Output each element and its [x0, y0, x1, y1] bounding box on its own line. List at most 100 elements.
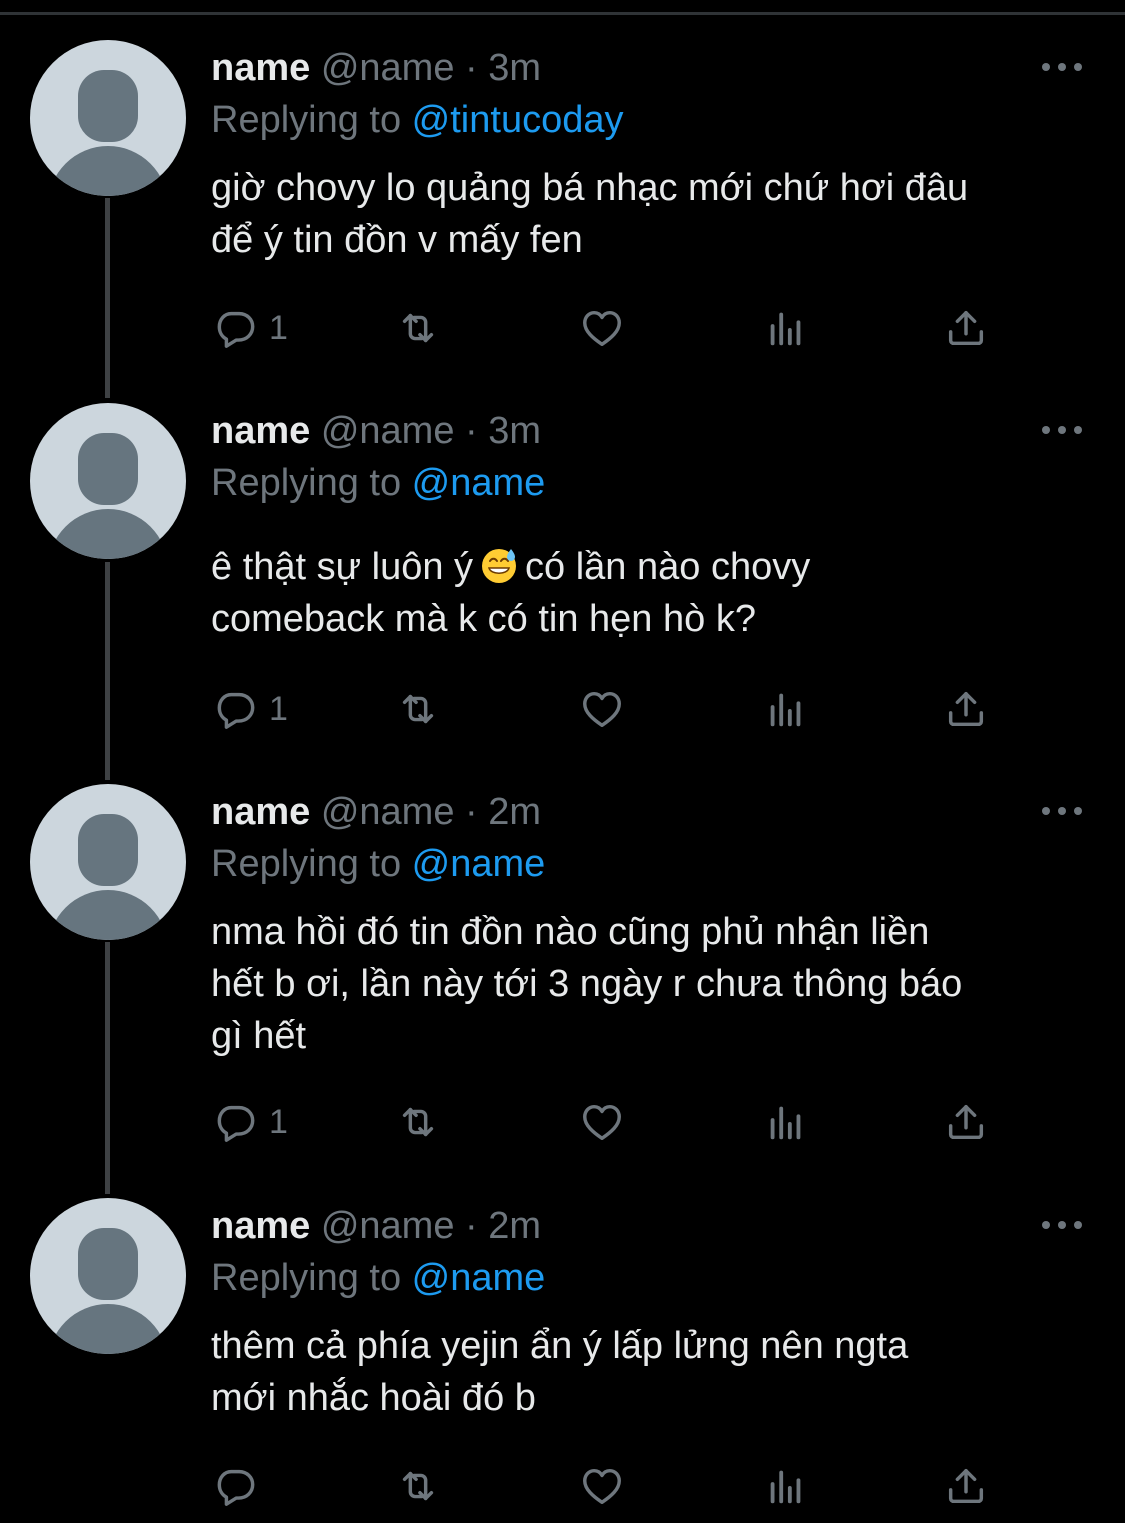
tweet-text-part: ê thật sự luôn ý	[211, 546, 474, 588]
separator: ·	[465, 1205, 478, 1247]
timestamp[interactable]: 2m	[488, 791, 541, 833]
tweet-actions	[0, 1456, 1125, 1516]
replying-to-link[interactable]: @tintucoday	[412, 99, 624, 141]
more-icon[interactable]	[1042, 1218, 1082, 1232]
reply-button[interactable]	[213, 1456, 269, 1516]
replying-to: Replying to @name	[211, 1256, 545, 1300]
tweet-actions: 1	[0, 1092, 1125, 1152]
retweet-button[interactable]	[395, 1092, 441, 1152]
handle[interactable]: @name	[321, 47, 455, 89]
avatar-body	[48, 509, 168, 559]
share-icon	[948, 1104, 984, 1140]
share-icon	[948, 310, 984, 346]
more-icon[interactable]	[1042, 60, 1082, 74]
replying-to: Replying to @name	[211, 842, 545, 886]
timestamp[interactable]: 2m	[488, 1205, 541, 1247]
analytics-icon	[770, 312, 801, 346]
display-name[interactable]: name	[211, 410, 310, 452]
reply-button[interactable]: 1	[213, 1092, 288, 1152]
replying-to-link[interactable]: @name	[412, 462, 546, 504]
analytics-button[interactable]	[763, 679, 809, 739]
avatar-head	[78, 70, 138, 142]
replying-to-label: Replying to	[211, 1257, 412, 1299]
replying-to-link[interactable]: @name	[412, 1257, 546, 1299]
avatar[interactable]	[30, 1198, 186, 1354]
share-button[interactable]	[943, 1456, 989, 1516]
analytics-icon	[770, 693, 801, 727]
avatar-body	[48, 890, 168, 940]
tweet-header: name @name · 3m	[211, 409, 541, 453]
replying-to-label: Replying to	[211, 99, 412, 141]
tweet-text: giờ chovy lo quảng bá nhạc mới chứ hơi đ…	[211, 167, 969, 261]
avatar[interactable]	[30, 784, 186, 940]
handle[interactable]: @name	[321, 1205, 455, 1247]
avatar-head	[78, 433, 138, 505]
like-button[interactable]	[579, 1092, 625, 1152]
reply-icon	[217, 1105, 255, 1142]
reply-icon	[217, 311, 255, 348]
reply-icon	[217, 1469, 255, 1506]
like-icon	[583, 310, 621, 347]
tweet-text: ê thật sự luôn ý có lần nào chovy comebac…	[211, 541, 1091, 645]
retweet-button[interactable]	[395, 1456, 441, 1516]
like-icon	[583, 1104, 621, 1141]
display-name[interactable]: name	[211, 47, 310, 89]
share-button[interactable]	[943, 298, 989, 358]
replying-to-label: Replying to	[211, 462, 412, 504]
avatar[interactable]	[30, 403, 186, 559]
display-name[interactable]: name	[211, 1205, 310, 1247]
retweet-icon	[402, 313, 434, 343]
analytics-button[interactable]	[763, 1092, 809, 1152]
reply-count: 1	[269, 1102, 288, 1141]
retweet-icon	[402, 694, 434, 724]
avatar-head	[78, 1228, 138, 1300]
analytics-button[interactable]	[763, 298, 809, 358]
reply-button[interactable]: 1	[213, 298, 288, 358]
reply-button[interactable]: 1	[213, 679, 288, 739]
thread-line	[105, 562, 110, 780]
like-icon	[583, 691, 621, 728]
timestamp[interactable]: 3m	[488, 47, 541, 89]
replying-to: Replying to @tintucoday	[211, 98, 623, 142]
tweet-actions: 1	[0, 298, 1125, 358]
tweet-header: name @name · 2m	[211, 1204, 541, 1248]
thread-line	[105, 942, 110, 1194]
share-icon	[948, 1468, 984, 1504]
tweet-header: name @name · 2m	[211, 790, 541, 834]
share-button[interactable]	[943, 1092, 989, 1152]
retweet-button[interactable]	[395, 298, 441, 358]
like-button[interactable]	[579, 1456, 625, 1516]
share-icon	[948, 691, 984, 727]
handle[interactable]: @name	[321, 791, 455, 833]
share-button[interactable]	[943, 679, 989, 739]
reply-count: 1	[269, 308, 288, 347]
handle[interactable]: @name	[321, 410, 455, 452]
separator: ·	[465, 791, 478, 833]
like-button[interactable]	[579, 679, 625, 739]
analytics-button[interactable]	[763, 1456, 809, 1516]
avatar-body	[48, 1304, 168, 1354]
display-name[interactable]: name	[211, 791, 310, 833]
like-button[interactable]	[579, 298, 625, 358]
replying-to-link[interactable]: @name	[412, 843, 546, 885]
avatar-head	[78, 814, 138, 886]
reply-icon	[217, 692, 255, 729]
timestamp[interactable]: 3m	[488, 410, 541, 452]
top-divider	[0, 12, 1125, 15]
retweet-button[interactable]	[395, 679, 441, 739]
analytics-icon	[770, 1106, 801, 1140]
avatar-body	[48, 146, 168, 196]
retweet-icon	[402, 1471, 434, 1501]
tweet-text: nma hồi đó tin đồn nào cũng phủ nhận liề…	[211, 911, 963, 1057]
more-icon[interactable]	[1042, 804, 1082, 818]
avatar[interactable]	[30, 40, 186, 196]
separator: ·	[465, 410, 478, 452]
reply-count: 1	[269, 689, 288, 728]
like-icon	[583, 1468, 621, 1505]
replying-to-label: Replying to	[211, 843, 412, 885]
tweet-text: thêm cả phía yejin ẩn ý lấp lửng nên ngt…	[211, 1325, 909, 1419]
more-icon[interactable]	[1042, 423, 1082, 437]
separator: ·	[465, 47, 478, 89]
retweet-icon	[402, 1107, 434, 1137]
tweet-actions: 1	[0, 679, 1125, 739]
